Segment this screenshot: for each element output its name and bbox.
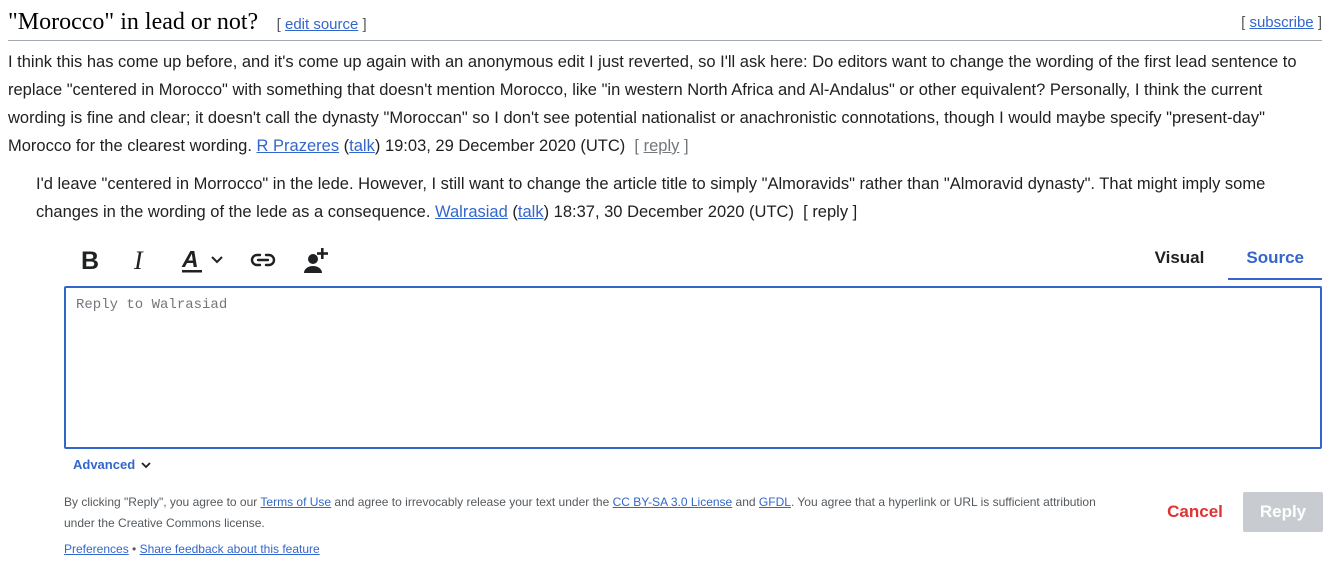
tab-visual[interactable]: Visual <box>1137 242 1223 278</box>
comment-1: I think this has come up before, and it'… <box>8 53 1297 155</box>
bold-icon: B <box>81 248 99 272</box>
reply-button[interactable]: Reply <box>1243 492 1323 532</box>
cancel-button[interactable]: Cancel <box>1152 492 1238 532</box>
bold-button[interactable]: B <box>74 240 106 280</box>
editor-toolbar: B I A <box>66 240 1322 280</box>
timestamp: 19:03, 29 December 2020 (UTC) <box>384 137 626 155</box>
tab-source[interactable]: Source <box>1228 242 1322 280</box>
user-link[interactable]: R Prazeres <box>257 137 340 155</box>
reply-control: [ reply ] <box>803 203 858 221</box>
edit-source-control: [ edit source ] <box>276 16 367 33</box>
license-link[interactable]: CC BY-SA 3.0 License <box>613 495 733 509</box>
mode-tabs: Visual Source <box>1137 242 1322 280</box>
link-button[interactable] <box>246 240 280 280</box>
talk-link[interactable]: talk <box>349 137 375 155</box>
mention-user-icon <box>304 248 328 273</box>
reply-control: [ reply ] <box>634 137 689 155</box>
timestamp: 18:37, 30 December 2020 (UTC) <box>553 203 794 221</box>
reply-link[interactable]: reply <box>644 137 680 155</box>
preferences-link[interactable]: Preferences <box>64 542 129 556</box>
italic-button[interactable]: I <box>124 240 156 280</box>
chevron-down-icon <box>141 461 151 468</box>
subscribe-link[interactable]: subscribe <box>1249 14 1313 31</box>
terms-of-use-link[interactable]: Terms of Use <box>260 495 331 509</box>
reply-link-active: reply <box>812 203 849 221</box>
italic-icon: I <box>133 248 144 272</box>
talk-link[interactable]: talk <box>518 203 544 221</box>
text-style-icon: A <box>181 247 202 273</box>
legal-notice: By clicking "Reply", you agree to our Te… <box>64 495 1096 530</box>
footer-links: Preferences • Share feedback about this … <box>64 542 320 556</box>
edit-source-link[interactable]: edit source <box>285 16 358 33</box>
chevron-down-icon <box>211 256 223 264</box>
reply-editor <box>64 286 1322 449</box>
advanced-label: Advanced <box>73 457 136 472</box>
comment-2: I'd leave "centered in Morrocco" in the … <box>36 175 1266 221</box>
svg-text:B: B <box>81 248 99 272</box>
gfdl-link[interactable]: GFDL <box>759 495 791 509</box>
link-icon <box>250 253 276 267</box>
text-style-button[interactable]: A <box>174 240 230 280</box>
svg-text:I: I <box>133 248 144 272</box>
subscribe-control: [ subscribe ] <box>1241 14 1322 31</box>
section-heading: "Morocco" in lead or not? [ edit source … <box>8 6 1322 41</box>
advanced-toggle[interactable]: Advanced <box>73 457 152 472</box>
user-link[interactable]: Walrasiad <box>435 203 508 221</box>
feedback-link[interactable]: Share feedback about this feature <box>140 542 320 556</box>
section-title: "Morocco" in lead or not? <box>8 9 259 35</box>
reply-input[interactable] <box>66 288 1320 447</box>
mention-button[interactable] <box>298 240 334 280</box>
svg-text:A: A <box>181 247 199 272</box>
